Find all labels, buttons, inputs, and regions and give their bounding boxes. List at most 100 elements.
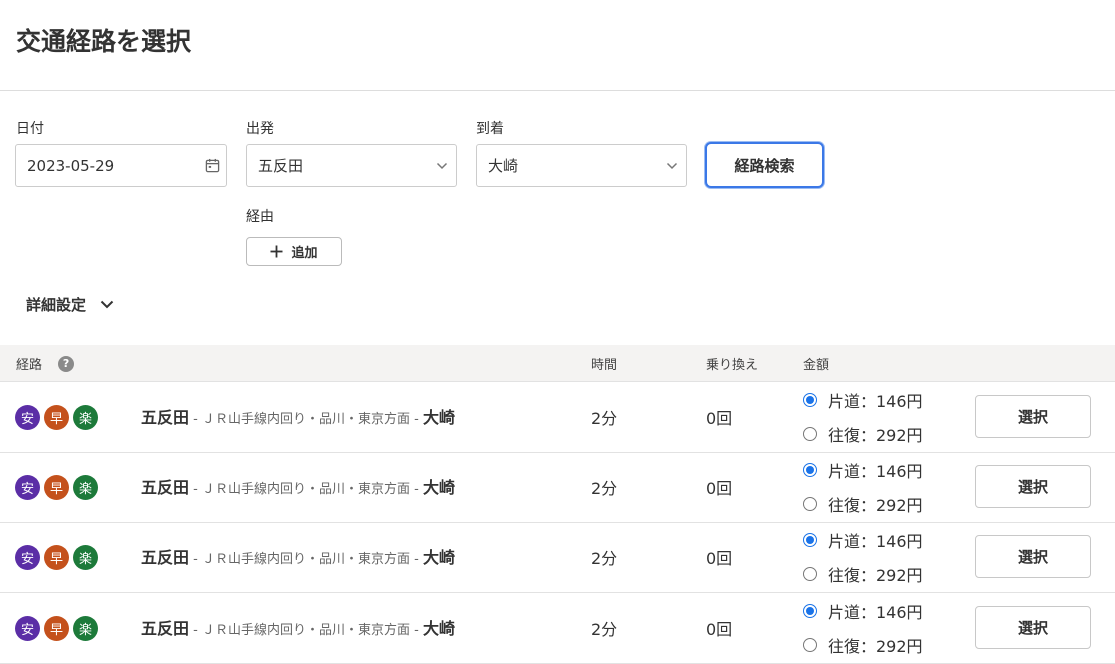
fare-roundtrip-radio[interactable] — [803, 638, 817, 652]
add-via-button[interactable]: 追加 — [246, 237, 342, 266]
route-from: 五反田 — [141, 548, 190, 567]
depart-select[interactable]: 五反田 — [246, 144, 457, 187]
route-time: 2分 — [591, 620, 618, 639]
route-badges: 安早楽 — [15, 616, 98, 641]
calendar-icon[interactable] — [198, 158, 226, 173]
page-header: 交通経路を選択 — [0, 0, 1115, 91]
fare-roundtrip-label: 往復：292円 — [828, 637, 923, 656]
fare-roundtrip-option[interactable]: 往復：292円 — [803, 562, 923, 586]
route-badge: 安 — [15, 475, 40, 500]
header-time: 時間 — [591, 358, 618, 373]
route-line: ＪＲ山手線内回り・品川・東京方面 — [201, 552, 410, 567]
chevron-down-icon — [100, 300, 114, 308]
route-from: 五反田 — [141, 478, 190, 497]
route-description: 五反田 - ＪＲ山手線内回り・品川・東京方面 - 大崎 — [141, 615, 455, 639]
route-transfers: 0回 — [706, 620, 733, 639]
route-time: 2分 — [591, 479, 618, 498]
route-description: 五反田 - ＪＲ山手線内回り・品川・東京方面 - 大崎 — [141, 404, 455, 428]
route-badges: 安早楽 — [15, 545, 98, 570]
fare-roundtrip-label: 往復：292円 — [828, 426, 923, 445]
route-transfers: 0回 — [706, 549, 733, 568]
fare-roundtrip-option[interactable]: 往復：292円 — [803, 492, 923, 516]
route-separator: - — [410, 412, 423, 427]
route-description: 五反田 - ＪＲ山手線内回り・品川・東京方面 - 大崎 — [141, 474, 455, 498]
route-badge: 早 — [44, 475, 69, 500]
table-row: 安早楽 五反田 - ＪＲ山手線内回り・品川・東京方面 - 大崎 2分 0回 片道：146… — [0, 382, 1115, 453]
route-to: 大崎 — [422, 548, 455, 567]
route-badge: 楽 — [73, 616, 98, 641]
route-to: 大崎 — [422, 408, 455, 427]
route-separator: - — [410, 552, 423, 567]
route-time: 2分 — [591, 409, 618, 428]
route-line: ＪＲ山手線内回り・品川・東京方面 — [201, 412, 410, 427]
fare-oneway-radio[interactable] — [803, 604, 817, 618]
select-route-button[interactable]: 選択 — [975, 395, 1091, 438]
route-transfers: 0回 — [706, 479, 733, 498]
route-badge: 楽 — [73, 405, 98, 430]
route-separator: - — [189, 623, 202, 638]
route-separator: - — [410, 482, 423, 497]
fare-oneway-radio[interactable] — [803, 463, 817, 477]
fare-oneway-label: 片道：146円 — [828, 462, 923, 481]
header-transfers: 乗り換え — [706, 358, 759, 373]
route-badge: 早 — [44, 405, 69, 430]
arrive-value: 大崎 — [488, 157, 519, 175]
fare-roundtrip-label: 往復：292円 — [828, 496, 923, 515]
route-search-button[interactable]: 経路検索 — [705, 142, 824, 188]
details-label: 詳細設定 — [26, 295, 87, 314]
arrive-label: 到着 — [476, 121, 504, 137]
fare-oneway-label: 片道：146円 — [828, 532, 923, 551]
arrive-select[interactable]: 大崎 — [476, 144, 687, 187]
fare-roundtrip-radio[interactable] — [803, 567, 817, 581]
fare-oneway-option[interactable]: 片道：146円 — [803, 388, 923, 412]
route-separator: - — [410, 623, 423, 638]
fare-oneway-option[interactable]: 片道：146円 — [803, 528, 923, 552]
route-badge: 楽 — [73, 545, 98, 570]
fare-roundtrip-label: 往復：292円 — [828, 566, 923, 585]
route-to: 大崎 — [422, 478, 455, 497]
route-separator: - — [189, 412, 202, 427]
fare-roundtrip-radio[interactable] — [803, 427, 817, 441]
route-description: 五反田 - ＪＲ山手線内回り・品川・東京方面 - 大崎 — [141, 544, 455, 568]
date-label: 日付 — [16, 121, 44, 137]
fare-oneway-label: 片道：146円 — [828, 392, 923, 411]
help-icon[interactable]: ? — [58, 355, 75, 372]
plus-icon — [270, 245, 283, 258]
results-table-header: 経路 ? 時間 乗り換え 金額 — [0, 345, 1115, 382]
route-time: 2分 — [591, 549, 618, 568]
fare-oneway-option[interactable]: 片道：146円 — [803, 458, 923, 482]
date-input[interactable]: 2023-05-29 — [15, 144, 227, 187]
route-line: ＪＲ山手線内回り・品川・東京方面 — [201, 623, 410, 638]
depart-value: 五反田 — [258, 157, 304, 175]
header-route: 経路 ? — [16, 345, 75, 382]
route-separator: - — [189, 482, 202, 497]
route-line: ＪＲ山手線内回り・品川・東京方面 — [201, 482, 410, 497]
route-badge: 早 — [44, 616, 69, 641]
date-value: 2023-05-29 — [27, 156, 115, 175]
details-toggle[interactable]: 詳細設定 — [26, 292, 114, 316]
fare-oneway-radio[interactable] — [803, 393, 817, 407]
fare-oneway-radio[interactable] — [803, 533, 817, 547]
fare-roundtrip-option[interactable]: 往復：292円 — [803, 633, 923, 657]
page-title: 交通経路を選択 — [16, 27, 192, 56]
add-via-label: 追加 — [291, 246, 318, 261]
via-label: 経由 — [246, 209, 274, 225]
fare-roundtrip-option[interactable]: 往復：292円 — [803, 422, 923, 446]
route-from: 五反田 — [141, 619, 190, 638]
route-badges: 安早楽 — [15, 405, 98, 430]
route-badge: 安 — [15, 616, 40, 641]
select-route-button[interactable]: 選択 — [975, 465, 1091, 508]
fare-oneway-option[interactable]: 片道：146円 — [803, 599, 923, 623]
route-badge: 安 — [15, 405, 40, 430]
table-row: 安早楽 五反田 - ＪＲ山手線内回り・品川・東京方面 - 大崎 2分 0回 片道：146… — [0, 593, 1115, 664]
route-transfers: 0回 — [706, 409, 733, 428]
fare-roundtrip-radio[interactable] — [803, 497, 817, 511]
chevron-down-icon — [428, 162, 456, 170]
select-route-button[interactable]: 選択 — [975, 535, 1091, 578]
route-separator: - — [189, 552, 202, 567]
table-row: 安早楽 五反田 - ＪＲ山手線内回り・品川・東京方面 - 大崎 2分 0回 片道：146… — [0, 452, 1115, 523]
route-badge: 楽 — [73, 475, 98, 500]
fare-oneway-label: 片道：146円 — [828, 603, 923, 622]
select-route-button[interactable]: 選択 — [975, 606, 1091, 649]
chevron-down-icon — [658, 162, 686, 170]
